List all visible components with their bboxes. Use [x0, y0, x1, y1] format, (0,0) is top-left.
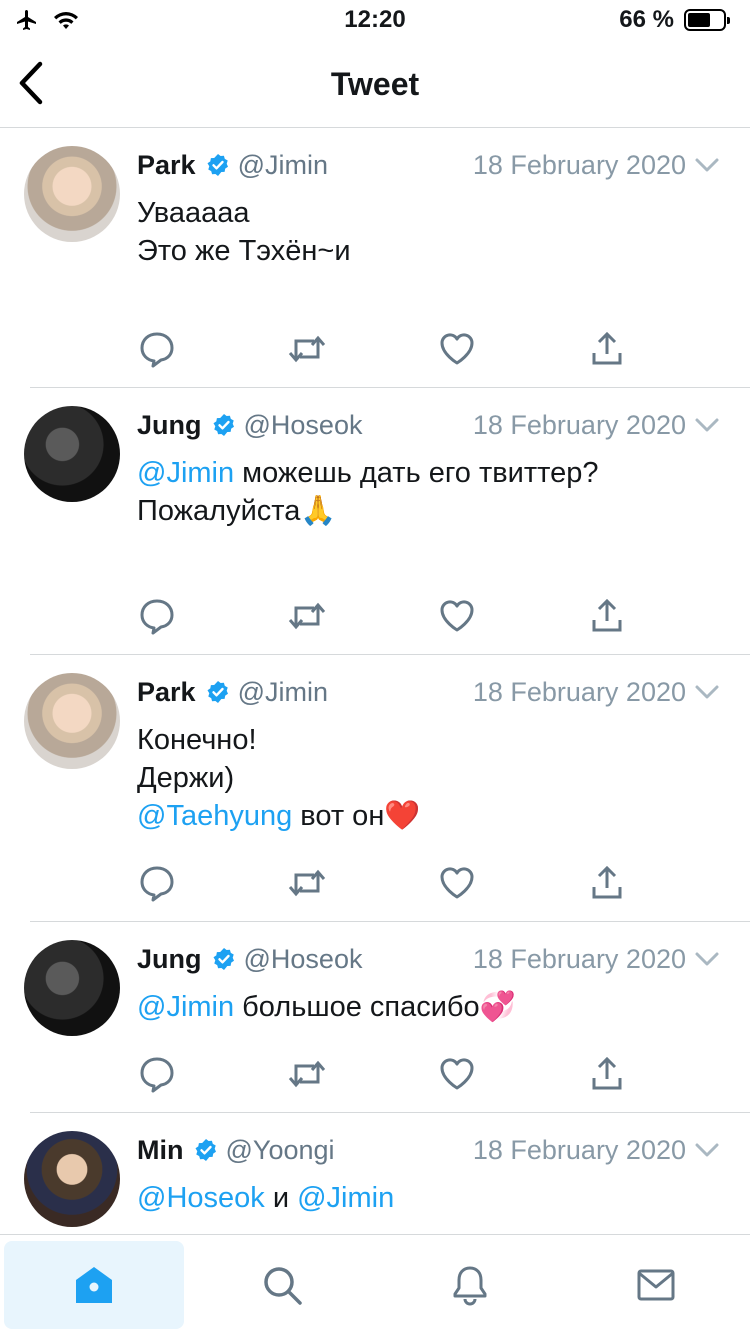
- like-icon[interactable]: [437, 329, 477, 369]
- tweet-text: Увааааа Это же Тэхён~и: [137, 194, 730, 270]
- tweet-actions: [137, 863, 622, 903]
- author-handle[interactable]: @Hoseok: [244, 944, 363, 975]
- tab-search[interactable]: [192, 1241, 372, 1329]
- tweet-actions: [137, 1054, 622, 1094]
- battery-fill: [688, 13, 711, 27]
- author-handle[interactable]: @Jimin: [238, 677, 328, 708]
- tweet-text-segment: Увааааа: [137, 197, 250, 229]
- tweet-text-segment: и: [264, 1182, 298, 1214]
- tweet[interactable]: Park @Jimin 18 February 2020 Увааааа Это же …: [24, 128, 750, 388]
- mention-link[interactable]: @Hoseok: [137, 1182, 265, 1214]
- page-title: Tweet: [330, 66, 420, 102]
- tweet-text: @Jimin большое спасибо💞: [137, 988, 730, 1026]
- author-handle[interactable]: @Hoseok: [244, 410, 363, 441]
- reply-icon[interactable]: [137, 1054, 177, 1094]
- verified-badge-icon: [195, 1139, 216, 1161]
- tweet-text-segment: Пожалуйста🙏: [137, 495, 337, 527]
- avatar[interactable]: [24, 406, 120, 502]
- like-icon[interactable]: [437, 863, 477, 903]
- tweet-actions: [137, 329, 622, 369]
- tweet-text: @Jimin можешь дать его твиттер? Пожалуйст…: [137, 454, 730, 530]
- author-name[interactable]: Jung: [137, 944, 202, 975]
- tweet-date: 18 February 2020: [472, 409, 686, 440]
- home-icon: [76, 1267, 112, 1303]
- nav-bar: Tweet: [0, 40, 750, 128]
- bell-icon: [453, 1266, 487, 1306]
- tab-bar: [0, 1234, 750, 1334]
- retweet-icon[interactable]: [287, 863, 327, 903]
- tweet[interactable]: Jung @Hoseok 18 February 2020 @Jimin большо…: [24, 922, 750, 1113]
- like-icon[interactable]: [437, 1054, 477, 1094]
- share-icon[interactable]: [587, 863, 627, 903]
- reply-icon[interactable]: [137, 863, 177, 903]
- tweet-list[interactable]: Park @Jimin 18 February 2020 Увааааа Это же …: [0, 128, 750, 1234]
- tweet-line: Увааааа: [137, 194, 730, 232]
- tweet-text: Конечно! Держи) @Taehyung вот он❤️: [137, 721, 730, 835]
- tab-notifications[interactable]: [380, 1241, 560, 1329]
- tweet-line: Держи): [137, 759, 730, 797]
- avatar[interactable]: [24, 940, 120, 1036]
- tweet-text-segment: большое спасибо💞: [234, 991, 516, 1023]
- verified-badge-icon: [213, 414, 234, 436]
- battery-icon: [684, 9, 730, 31]
- tweet-text-segment: Это же Тэхён~и: [137, 235, 351, 267]
- tweet-text-segment: Держи): [137, 762, 235, 794]
- chevron-down-icon[interactable]: [694, 950, 720, 968]
- retweet-icon[interactable]: [287, 1054, 327, 1094]
- tweet-date: 18 February 2020: [472, 676, 686, 707]
- retweet-icon[interactable]: [287, 329, 327, 369]
- mail-icon: [637, 1269, 675, 1301]
- author-name[interactable]: Park: [137, 150, 196, 181]
- tab-messages[interactable]: [566, 1241, 746, 1329]
- tweet-line: Это же Тэхён~и: [137, 232, 730, 270]
- tweet-line: @Jimin большое спасибо💞: [137, 988, 730, 1026]
- search-icon: [264, 1267, 302, 1305]
- share-icon[interactable]: [587, 1054, 627, 1094]
- retweet-icon[interactable]: [287, 596, 327, 636]
- tweet[interactable]: Jung @Hoseok 18 February 2020 @Jimin можешь…: [24, 388, 750, 655]
- status-bar: 12:20 66 %: [0, 0, 750, 40]
- reply-icon[interactable]: [137, 329, 177, 369]
- tweet-line: @Jimin можешь дать его твиттер?: [137, 454, 730, 492]
- tweet-date: 18 February 2020: [472, 1134, 686, 1165]
- tweet-line: @Taehyung вот он❤️: [137, 797, 730, 835]
- like-icon[interactable]: [437, 596, 477, 636]
- tweet-line: Пожалуйста🙏: [137, 492, 730, 530]
- tweet-text-segment: Конечно!: [137, 724, 257, 756]
- verified-badge-icon: [207, 681, 228, 703]
- tweet-date: 18 February 2020: [472, 943, 686, 974]
- verified-badge-icon: [207, 154, 228, 176]
- verified-badge-icon: [213, 948, 234, 970]
- tweet-line: Конечно!: [137, 721, 730, 759]
- author-name[interactable]: Min: [137, 1135, 184, 1166]
- tweet[interactable]: Min @Yoongi 18 February 2020 @Hoseok и @Jim…: [24, 1113, 750, 1234]
- tweet-text-segment: можешь дать его твиттер?: [234, 457, 599, 489]
- tweet-date: 18 February 2020: [472, 149, 686, 180]
- tab-home[interactable]: [4, 1241, 184, 1329]
- avatar[interactable]: [24, 1131, 120, 1227]
- mention-link[interactable]: @Taehyung: [137, 800, 292, 832]
- avatar[interactable]: [24, 673, 120, 769]
- tweet-text-segment: вот он❤️: [292, 800, 421, 832]
- chevron-down-icon[interactable]: [694, 1141, 720, 1159]
- share-icon[interactable]: [587, 596, 627, 636]
- chevron-down-icon[interactable]: [694, 416, 720, 434]
- reply-icon[interactable]: [137, 596, 177, 636]
- battery-percent: 66 %: [619, 6, 674, 33]
- tweet-actions: [137, 596, 622, 636]
- author-handle[interactable]: @Jimin: [238, 150, 328, 181]
- chevron-down-icon[interactable]: [694, 156, 720, 174]
- avatar[interactable]: [24, 146, 120, 242]
- author-name[interactable]: Jung: [137, 410, 202, 441]
- tweet[interactable]: Park @Jimin 18 February 2020 Конечно! Держи)…: [24, 655, 750, 922]
- tweet-line: @Hoseok и @Jimin: [137, 1179, 730, 1217]
- mention-link[interactable]: @Jimin: [137, 457, 234, 489]
- tweet-text: @Hoseok и @Jimin: [137, 1179, 730, 1217]
- share-icon[interactable]: [587, 329, 627, 369]
- author-handle[interactable]: @Yoongi: [226, 1135, 335, 1166]
- author-name[interactable]: Park: [137, 677, 196, 708]
- mention-link[interactable]: @Jimin: [137, 991, 234, 1023]
- chevron-down-icon[interactable]: [694, 683, 720, 701]
- mention-link[interactable]: @Jimin: [297, 1182, 394, 1214]
